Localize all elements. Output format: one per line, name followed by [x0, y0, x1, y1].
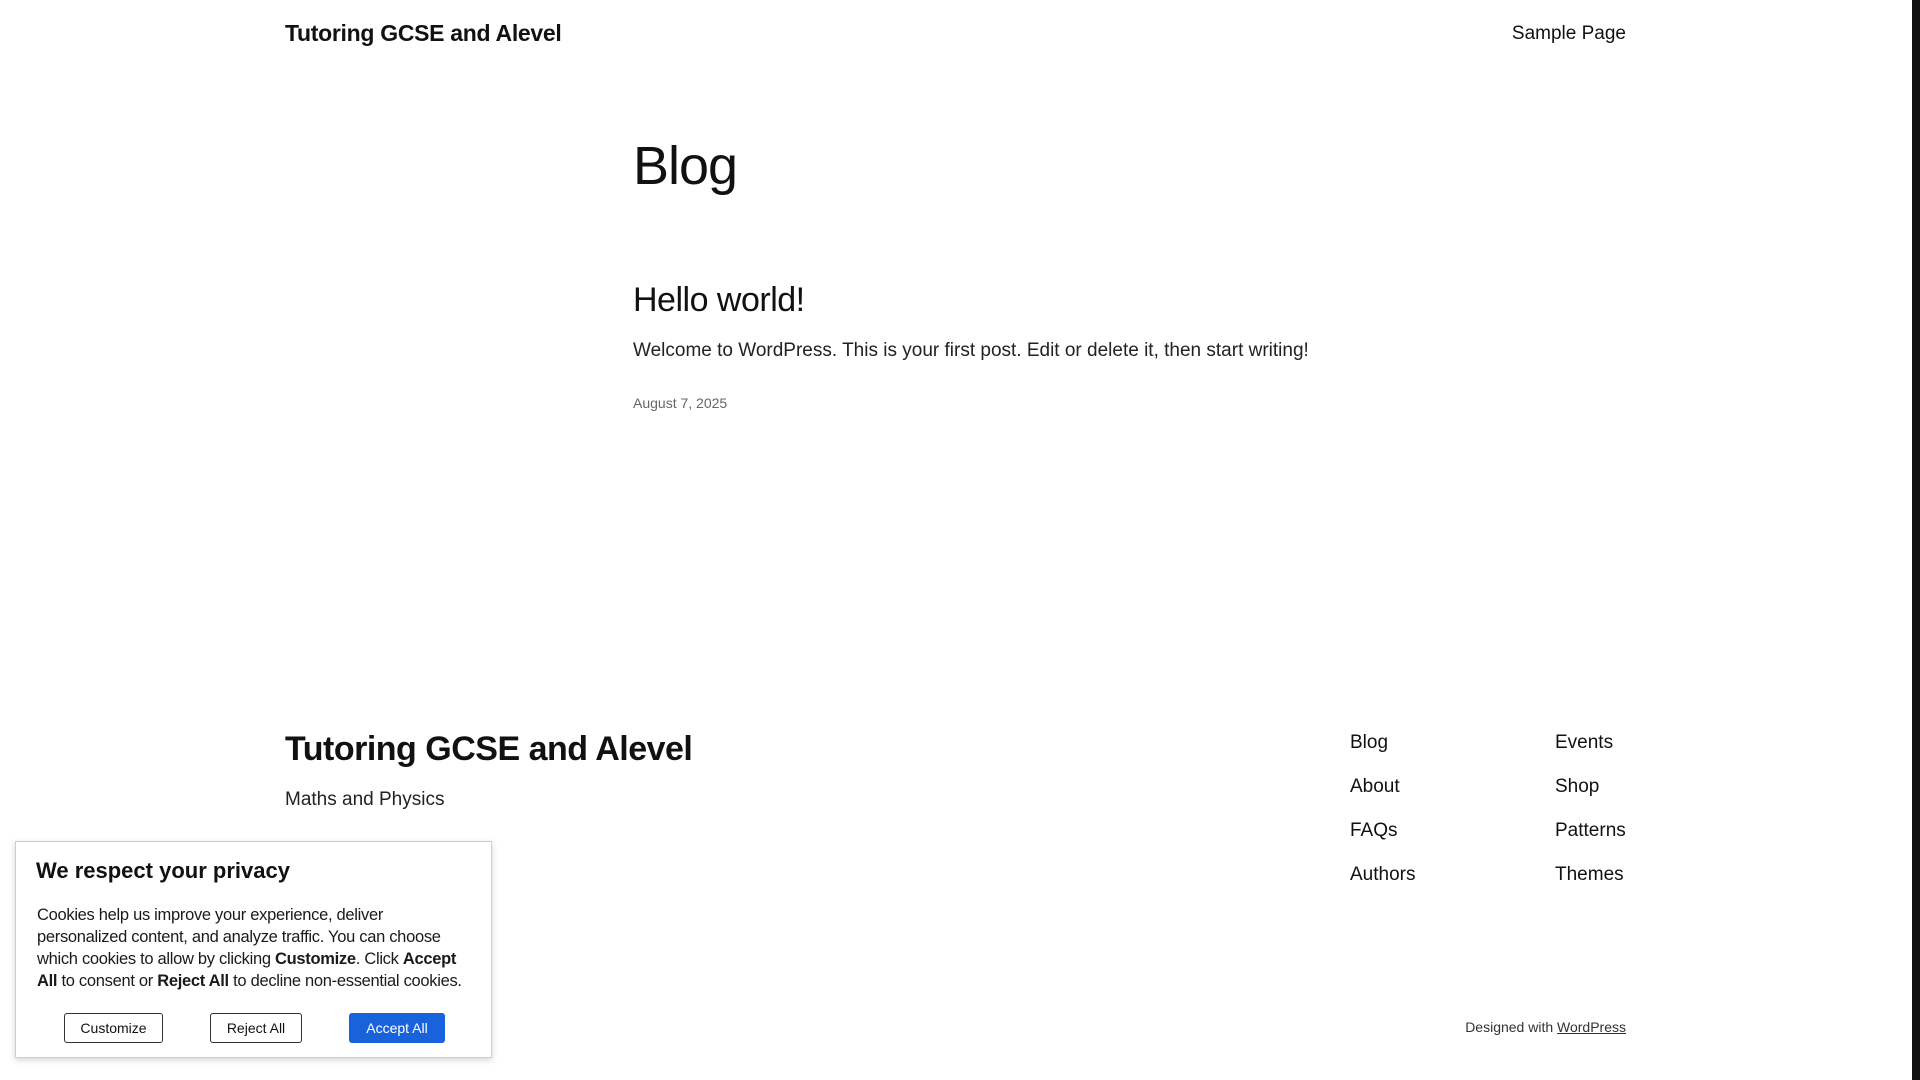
footer-link-shop[interactable]: Shop	[1555, 776, 1626, 820]
footer-link-faqs[interactable]: FAQs	[1350, 820, 1415, 864]
footer-link-authors[interactable]: Authors	[1350, 864, 1415, 908]
footer-link-about[interactable]: About	[1350, 776, 1415, 820]
footer-link-events[interactable]: Events	[1555, 732, 1626, 776]
post-date: August 7, 2025	[633, 395, 728, 411]
cookie-banner-text: Cookies help us improve your experience,…	[37, 904, 477, 992]
cookie-banner-heading: We respect your privacy	[36, 858, 290, 883]
footer-nav-column-1: Blog About FAQs Authors	[1350, 732, 1415, 908]
nav-link-sample-page[interactable]: Sample Page	[1512, 23, 1626, 45]
cookie-consent-banner: We respect your privacy Cookies help us …	[15, 841, 492, 1058]
wordpress-link[interactable]: WordPress	[1557, 1019, 1626, 1035]
site-title-link[interactable]: Tutoring GCSE and Alevel	[285, 20, 562, 47]
cookie-text-bold: Reject All	[157, 972, 229, 990]
accept-all-button[interactable]: Accept All	[349, 1013, 445, 1043]
cookie-text-part: to decline non-essential cookies.	[228, 972, 462, 990]
post-excerpt: Welcome to WordPress. This is your first…	[633, 340, 1309, 361]
footer-link-blog[interactable]: Blog	[1350, 732, 1415, 776]
cookie-text-bold: Customize	[275, 950, 356, 968]
cookie-text-part: to consent or	[57, 972, 158, 990]
footer-site-title[interactable]: Tutoring GCSE and Alevel	[285, 730, 693, 769]
footer-link-patterns[interactable]: Patterns	[1555, 820, 1626, 864]
footer-credit: Designed with WordPress	[1465, 1019, 1626, 1035]
customize-button[interactable]: Customize	[64, 1013, 163, 1043]
footer-link-themes[interactable]: Themes	[1555, 864, 1626, 908]
post-title-link[interactable]: Hello world!	[633, 281, 805, 320]
page: Tutoring GCSE and Alevel Sample Page Blo…	[0, 0, 1920, 1080]
scrollbar[interactable]	[1912, 0, 1920, 1080]
page-title: Blog	[633, 136, 738, 196]
footer-tagline: Maths and Physics	[285, 789, 445, 810]
cookie-text-part: . Click	[355, 950, 403, 968]
credit-prefix: Designed with	[1465, 1019, 1558, 1035]
reject-all-button[interactable]: Reject All	[210, 1013, 302, 1043]
footer-nav-column-2: Events Shop Patterns Themes	[1555, 732, 1626, 908]
